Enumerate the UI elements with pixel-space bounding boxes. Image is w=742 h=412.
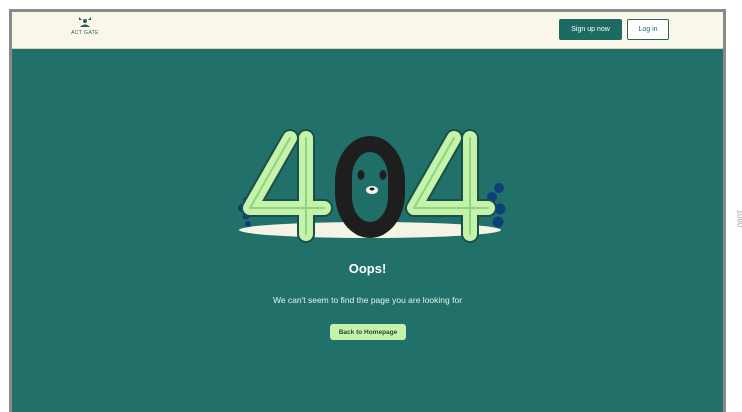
ruler-height-label: 1080: [735, 209, 742, 228]
digit-0-face: [335, 136, 405, 238]
brand-logo[interactable]: ACT GATE: [70, 16, 100, 44]
error-message: We can't seem to find the page you are l…: [272, 295, 463, 305]
right-eye-icon: [379, 170, 387, 180]
error-404-illustration: [238, 129, 506, 243]
back-to-homepage-button[interactable]: Back to Homepage: [330, 324, 406, 340]
signup-button[interactable]: Sign up now: [559, 19, 622, 40]
digit-4-right: [405, 129, 497, 243]
cat-logo-icon: [79, 17, 91, 27]
login-button[interactable]: Log in: [627, 19, 669, 40]
page-404: ACT GATE Sign up now Log in Oops! We can…: [12, 12, 723, 412]
brand-name: ACT GATE: [71, 30, 99, 36]
error-title: Oops!: [348, 261, 387, 276]
top-navbar: ACT GATE Sign up now Log in: [12, 12, 723, 49]
browser-frame: ACT GATE Sign up now Log in Oops! We can…: [9, 9, 726, 412]
digit-4-left: [241, 129, 333, 243]
left-eye-icon: [357, 170, 365, 180]
